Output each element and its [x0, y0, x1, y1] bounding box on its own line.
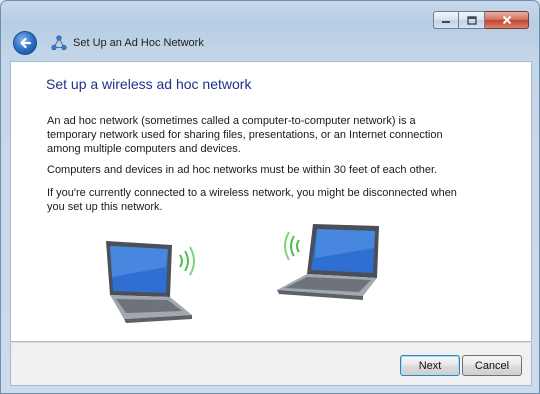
close-icon	[502, 15, 511, 25]
minimize-icon	[442, 21, 450, 23]
range-note: Computers and devices in ad hoc networks…	[47, 164, 438, 176]
window-title: Set Up an Ad Hoc Network	[73, 37, 204, 49]
cancel-button[interactable]: Cancel	[462, 355, 522, 376]
wizard-window: Set Up an Ad Hoc Network Set up a wirele…	[0, 0, 540, 394]
adhoc-network-icon	[51, 35, 67, 51]
laptop-icon	[106, 241, 195, 323]
minimize-button[interactable]	[433, 11, 459, 29]
maximize-button[interactable]	[459, 11, 485, 29]
caption-buttons	[433, 11, 529, 29]
maximize-icon	[466, 15, 477, 25]
back-button[interactable]	[13, 31, 37, 55]
close-button[interactable]	[485, 11, 529, 29]
wizard-footer: Next Cancel	[10, 342, 532, 386]
wizard-header: Set Up an Ad Hoc Network	[13, 31, 204, 55]
disconnect-warning: If you're currently connected to a wirel…	[47, 187, 457, 213]
back-arrow-icon	[20, 37, 32, 49]
description-paragraph: An ad hoc network (sometimes called a co…	[47, 115, 443, 155]
page-heading: Set up a wireless ad hoc network	[46, 76, 252, 92]
wizard-content: Set up a wireless ad hoc network An ad h…	[10, 61, 532, 342]
laptop-icon	[277, 224, 379, 300]
next-button[interactable]: Next	[400, 355, 460, 376]
